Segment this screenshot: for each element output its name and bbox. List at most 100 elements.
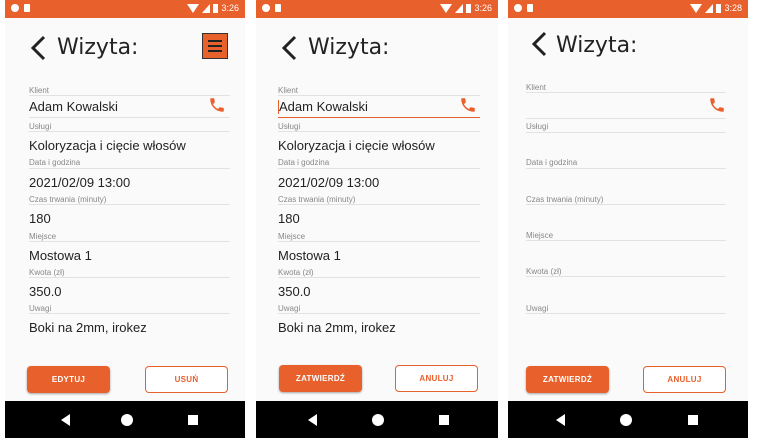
field-label-place: Miejsce [29, 232, 57, 241]
field-value-datetime[interactable]: 2021/02/09 13:00 [29, 175, 130, 190]
field-value-services[interactable]: Koloryzacja i cięcie włosów [278, 138, 435, 153]
screen-view: 3:26 Wizyta: Klient Adam Kowalski Usługi… [5, 0, 245, 438]
divider [278, 117, 480, 118]
notification-icon [11, 4, 19, 12]
field-value-client[interactable]: Adam Kowalski [29, 99, 118, 114]
divider [29, 117, 230, 118]
status-time: 3:26 [221, 3, 239, 13]
signal-icon [202, 3, 211, 13]
phone-icon[interactable] [459, 96, 477, 114]
divider [526, 168, 726, 169]
field-value-amount[interactable]: 350.0 [278, 284, 311, 299]
field-label-services: Usługi [278, 122, 301, 131]
divider [278, 313, 480, 314]
field-value-datetime[interactable]: 2021/02/09 13:00 [278, 175, 379, 190]
nav-recents-icon[interactable] [439, 415, 449, 425]
divider [29, 204, 230, 205]
signal-icon [705, 3, 714, 13]
nav-back-icon[interactable] [556, 414, 565, 426]
sd-card-icon [24, 4, 30, 12]
field-value-duration[interactable]: 180 [278, 211, 300, 226]
field-value-client[interactable]: Adam Kowalski [279, 99, 368, 114]
battery-icon [716, 3, 722, 13]
divider [526, 204, 726, 205]
field-value-place[interactable]: Mostowa 1 [278, 248, 341, 263]
divider [278, 204, 480, 205]
divider [29, 313, 230, 314]
nav-back-icon[interactable] [61, 414, 70, 426]
back-arrow-icon[interactable] [27, 34, 49, 62]
edit-button[interactable]: EDYTUJ [27, 366, 110, 393]
back-arrow-icon[interactable] [528, 30, 550, 58]
field-value-notes[interactable]: Boki na 2mm, irokez [278, 320, 396, 335]
divider [29, 131, 230, 132]
cancel-button[interactable]: ANULUJ [643, 366, 726, 393]
status-time: 3:28 [724, 3, 742, 13]
wifi-icon [187, 3, 200, 13]
field-value-duration[interactable]: 180 [29, 211, 51, 226]
divider [526, 118, 726, 119]
field-label-client: Klient [29, 86, 50, 95]
signal-icon [455, 3, 464, 13]
nav-home-icon[interactable] [121, 414, 133, 426]
field-label-datetime: Data i godzina [526, 158, 578, 167]
status-bar: 3:26 [5, 0, 245, 18]
field-label-amount: Kwota (zł) [526, 267, 562, 276]
field-label-services: Usługi [29, 122, 52, 131]
divider [29, 241, 230, 242]
divider [278, 241, 480, 242]
nav-home-icon[interactable] [372, 414, 384, 426]
wifi-icon [690, 3, 703, 13]
cancel-button[interactable]: ANULUJ [395, 365, 478, 392]
hamburger-menu-icon[interactable] [202, 33, 228, 59]
confirm-button[interactable]: ZATWIERDŹ [526, 366, 609, 393]
phone-icon[interactable] [208, 96, 226, 114]
divider [278, 277, 480, 278]
divider [278, 131, 480, 132]
battery-icon [466, 3, 472, 13]
field-value-notes[interactable]: Boki na 2mm, irokez [29, 320, 147, 335]
divider [526, 276, 726, 277]
divider [278, 168, 480, 169]
nav-back-icon[interactable] [308, 414, 317, 426]
battery-icon [213, 3, 219, 13]
page-title: Wizyta: [556, 33, 638, 58]
field-value-amount[interactable]: 350.0 [29, 284, 62, 299]
confirm-button[interactable]: ZATWIERDŹ [279, 365, 362, 392]
android-nav-bar [5, 401, 245, 438]
field-label-datetime: Data i godzina [278, 158, 330, 167]
sd-card-icon [527, 4, 533, 12]
sd-card-icon [275, 4, 281, 12]
status-bar: 3:26 [256, 0, 498, 18]
field-label-amount: Kwota (zł) [29, 268, 65, 277]
field-label-place: Miejsce [526, 231, 554, 240]
divider [29, 168, 230, 169]
nav-recents-icon[interactable] [688, 415, 698, 425]
notification-icon [262, 4, 270, 12]
nav-recents-icon[interactable] [188, 415, 198, 425]
divider [526, 132, 726, 133]
screen-edit: 3:26 Wizyta: Klient Adam Kowalski Usługi… [256, 0, 498, 438]
page-title: Wizyta: [57, 35, 139, 60]
field-label-client: Klient [526, 83, 547, 92]
divider [29, 95, 230, 96]
phone-icon[interactable] [708, 96, 726, 114]
field-value-services[interactable]: Koloryzacja i cięcie włosów [29, 138, 186, 153]
screen-new: 3:28 Wizyta: Klient Usługi Data i godzin… [508, 0, 748, 438]
notification-icon [514, 4, 522, 12]
divider [526, 92, 726, 93]
field-label-client: Klient [278, 86, 299, 95]
page-title: Wizyta: [308, 35, 390, 60]
field-value-place[interactable]: Mostowa 1 [29, 248, 92, 263]
field-label-services: Usługi [526, 122, 549, 131]
field-label-amount: Kwota (zł) [278, 268, 314, 277]
android-nav-bar [508, 401, 748, 438]
delete-button[interactable]: USUŃ [145, 366, 228, 393]
field-label-place: Miejsce [278, 232, 306, 241]
field-label-notes: Uwagi [526, 304, 549, 313]
back-arrow-icon[interactable] [278, 34, 300, 62]
nav-home-icon[interactable] [620, 414, 632, 426]
status-time: 3:26 [474, 3, 492, 13]
wifi-icon [440, 3, 453, 13]
field-label-duration: Czas trwania (minuty) [278, 195, 356, 204]
